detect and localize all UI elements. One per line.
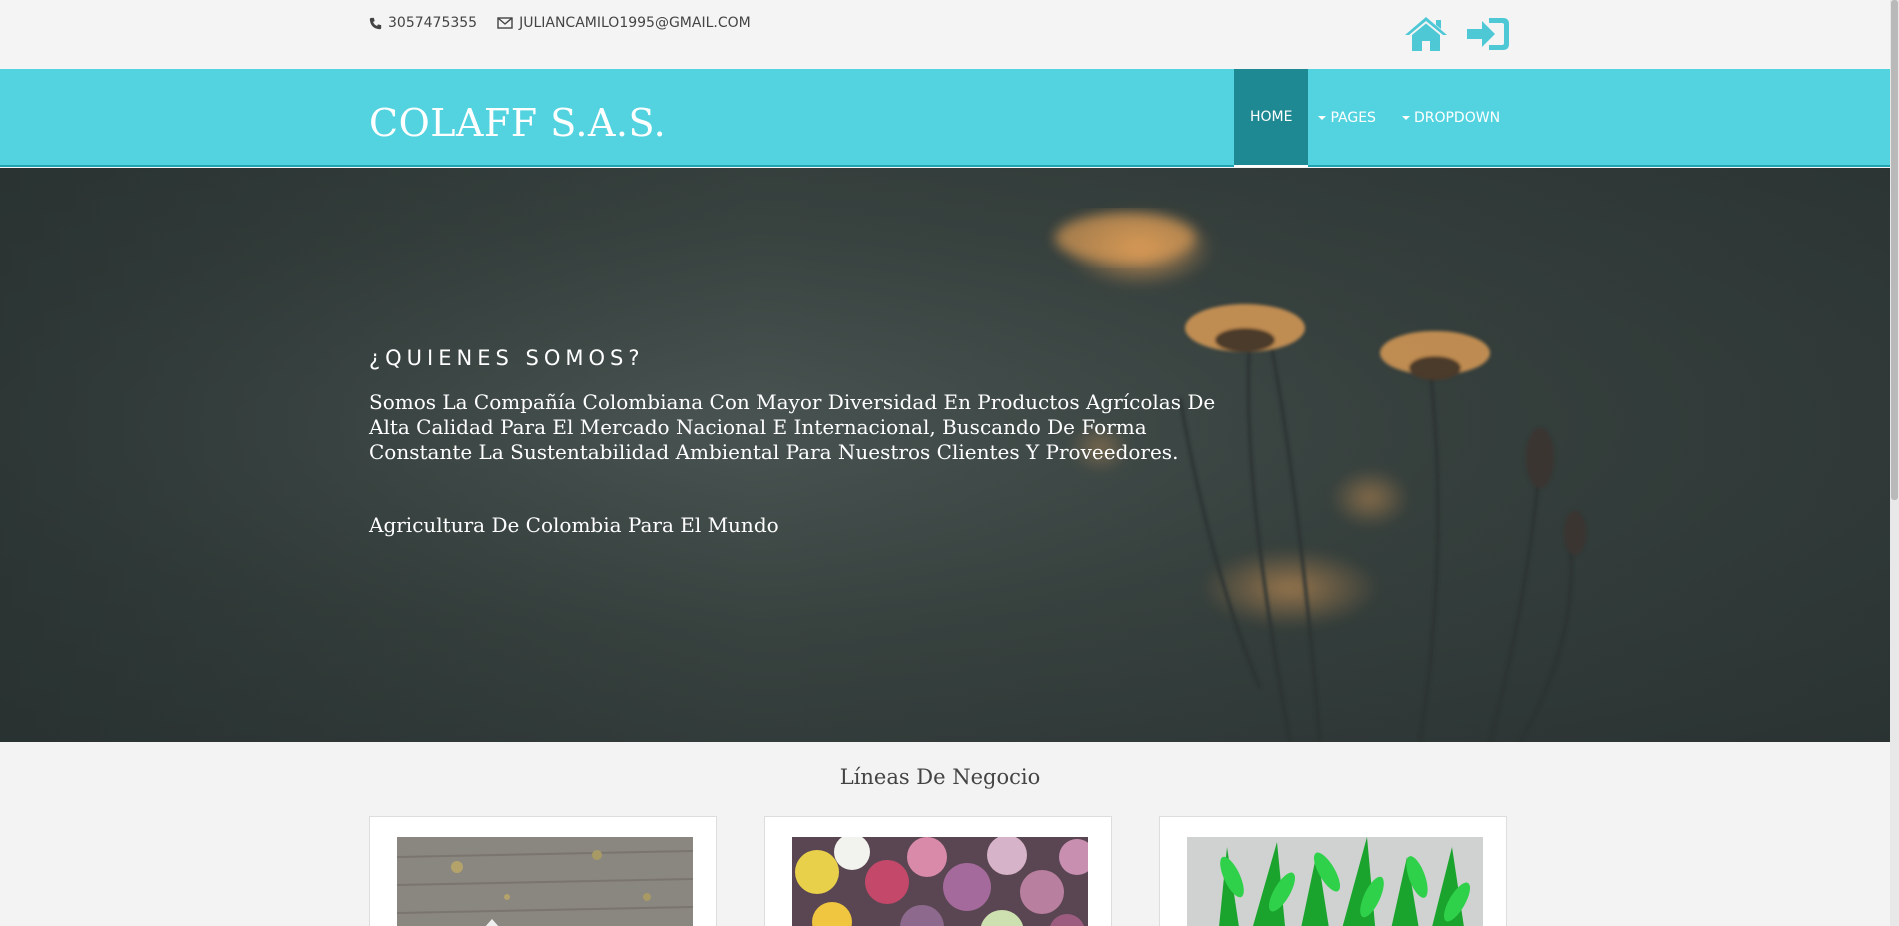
- phone-number: 3057475355: [388, 15, 478, 31]
- hero-description: Somos La Compañía Colombiana Con Mayor D…: [369, 390, 1216, 464]
- home-icon[interactable]: [1403, 14, 1449, 54]
- business-card-image: [397, 837, 693, 926]
- hero-content: ¿QUIENES SOMOS? Somos La Compañía Colomb…: [369, 346, 1229, 537]
- nav-home-label: HOME: [1250, 109, 1293, 125]
- business-card-image: [1187, 837, 1483, 926]
- contact-info: 3057475355 JULIANCAMILO1995@GMAIL.COM: [369, 15, 771, 31]
- nav-dropdown[interactable]: DROPDOWN: [1392, 69, 1516, 167]
- phone-contact: 3057475355: [369, 15, 477, 31]
- business-card[interactable]: [369, 816, 717, 926]
- email-address: JULIANCAMILO1995@GMAIL.COM: [519, 15, 751, 31]
- hero-section: ¿QUIENES SOMOS? Somos La Compañía Colomb…: [0, 168, 1890, 742]
- nav-pages[interactable]: PAGES: [1308, 69, 1391, 167]
- caret-down-icon: [1318, 116, 1327, 120]
- business-card[interactable]: [764, 816, 1112, 926]
- sign-in-icon[interactable]: [1465, 14, 1511, 54]
- email-contact: JULIANCAMILO1995@GMAIL.COM: [497, 15, 751, 31]
- top-bar: 3057475355 JULIANCAMILO1995@GMAIL.COM: [0, 0, 1890, 69]
- main-navbar: COLAFF S.A.S. HOME PAGES DROPDOWN: [0, 69, 1890, 167]
- nav-dropdown-label: DROPDOWN: [1413, 110, 1501, 126]
- nav-home[interactable]: HOME: [1234, 69, 1309, 167]
- caret-down-icon: [1401, 116, 1410, 120]
- phone-icon: [369, 17, 382, 29]
- hero-heading: ¿QUIENES SOMOS?: [369, 346, 645, 370]
- nav-menu: HOME PAGES DROPDOWN: [1234, 69, 1516, 167]
- nav-pages-label: PAGES: [1330, 110, 1376, 126]
- business-card[interactable]: [1159, 816, 1507, 926]
- envelope-icon: [497, 17, 513, 29]
- scrollbar-thumb[interactable]: [1891, 0, 1898, 500]
- business-lines: [369, 816, 1507, 926]
- business-card-image: [792, 837, 1088, 926]
- hero-tagline: Agricultura De Colombia Para El Mundo: [369, 513, 779, 537]
- scrollbar[interactable]: [1890, 0, 1899, 926]
- brand-logo[interactable]: COLAFF S.A.S.: [369, 101, 666, 145]
- section-title: Líneas De Negocio: [839, 765, 1041, 789]
